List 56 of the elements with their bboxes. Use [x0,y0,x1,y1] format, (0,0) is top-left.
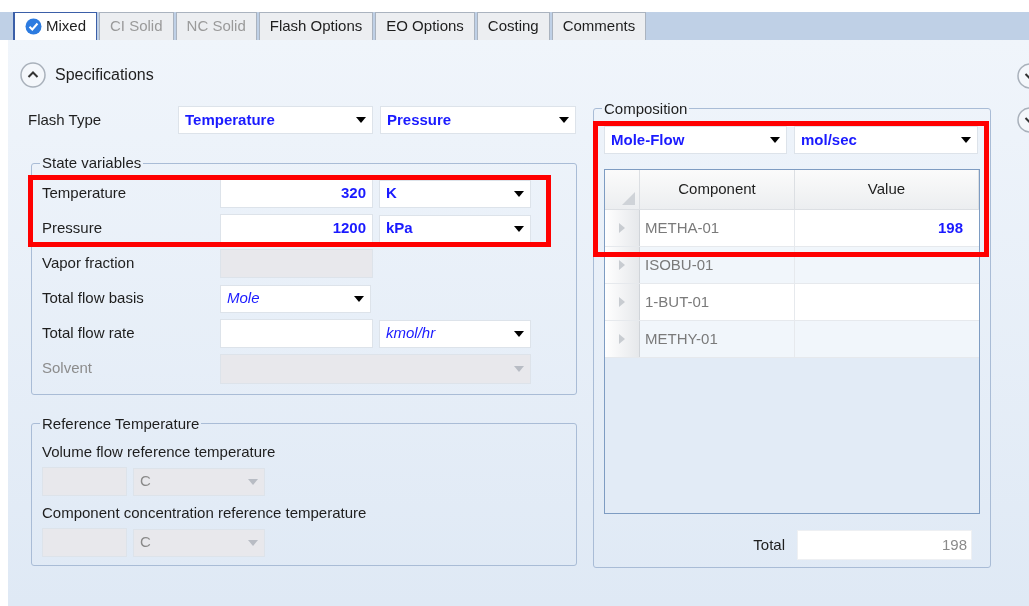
column-header[interactable]: Value [795,170,979,209]
field-label: Volume flow reference temperature [42,442,276,462]
caret-icon [248,478,258,485]
group-title: Reference Temperature [41,413,201,434]
tab[interactable]: Costing [476,12,550,40]
caret-icon [514,330,524,337]
field-label: Total flow rate [42,323,136,344]
field-label: Pressure [42,218,104,239]
caret-icon [354,295,364,302]
table-cell: ISOBU-01 [640,247,795,283]
row-arrow-icon[interactable] [619,260,625,270]
input-field[interactable]: 1200 [220,214,373,243]
input-field[interactable]: 320 [220,179,373,208]
caret-icon [248,539,258,546]
tab[interactable]: Flash Options [258,12,374,40]
unit-dropdown[interactable]: mol/sec [794,126,978,154]
unit-dropdown[interactable]: K [379,179,531,208]
tab[interactable]: EO Options [375,12,475,40]
caret-icon [961,137,971,143]
tab[interactable]: Comments [551,12,647,40]
table-cell: 1-BUT-01 [640,284,795,320]
collapse-icon[interactable] [20,62,46,88]
field-label: Flash Type [28,109,103,130]
caret-icon [559,117,569,123]
dropdown[interactable]: Pressure [380,106,576,134]
dropdown[interactable]: Mole [220,284,371,313]
corner-icon [622,192,635,205]
table-cell: METHY-01 [640,321,795,357]
section-title: Specifications [55,65,154,85]
caret-icon [514,225,524,232]
row-arrow-icon[interactable] [619,223,625,233]
dropdown[interactable]: Mole-Flow [604,126,787,154]
unit-dropdown[interactable]: kmol/hr [379,319,531,348]
group-title: Composition [603,100,689,117]
field-label: Vapor fraction [42,253,136,274]
field-label: Solvent [42,358,94,379]
table-cell[interactable]: 198 [795,210,979,246]
column-header[interactable]: Component [640,170,795,209]
total-label: Total [753,534,785,555]
field-label: Temperature [42,183,128,204]
caret-icon [356,117,366,123]
row-arrow-icon[interactable] [619,334,625,344]
field-label: Total flow basis [42,288,145,309]
dropdown[interactable]: Temperature [178,106,373,134]
row-arrow-icon[interactable] [619,297,625,307]
tab[interactable]: Mixed [13,12,97,40]
total-field: 198 [797,530,972,560]
field-label: Component concentration reference temperature [42,503,367,523]
group-title: State variables [41,153,143,173]
unit-dropdown[interactable]: kPa [379,214,531,243]
caret-icon [514,365,524,372]
caret-icon [514,190,524,197]
table-cell: METHA-01 [640,210,795,246]
caret-icon [770,137,780,143]
check-icon [25,18,42,35]
input-field[interactable] [220,319,373,348]
